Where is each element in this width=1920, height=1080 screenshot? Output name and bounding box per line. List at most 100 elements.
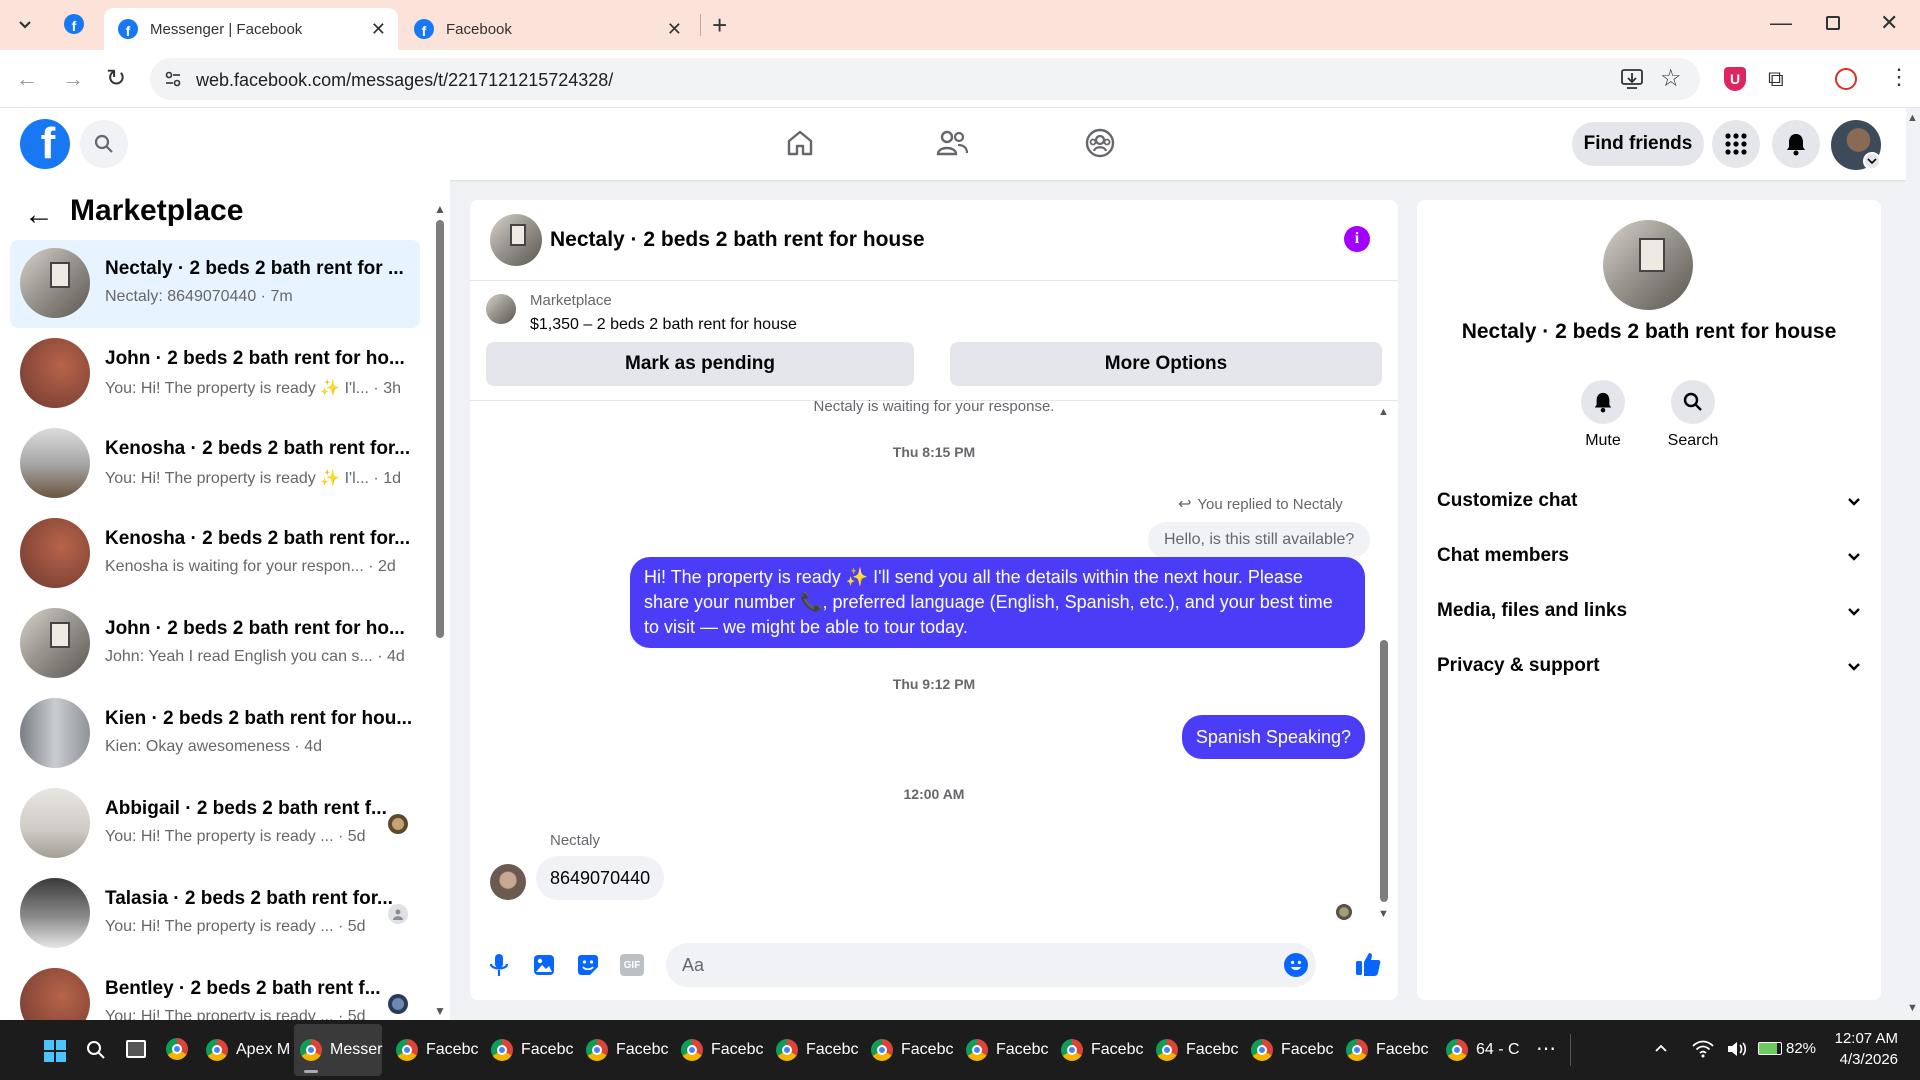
conversation-info-icon[interactable]: i bbox=[1344, 226, 1370, 252]
taskbar-item[interactable]: Facebc bbox=[491, 1038, 573, 1062]
pinned-facebook-tab-icon[interactable]: f bbox=[64, 14, 84, 34]
taskbar-item[interactable]: Messer bbox=[300, 1038, 382, 1062]
wifi-icon[interactable] bbox=[1692, 1040, 1714, 1058]
new-tab-icon[interactable]: + bbox=[712, 10, 727, 41]
menu-grid-icon[interactable] bbox=[1712, 120, 1760, 168]
list-item[interactable]: Kenosha · 2 beds 2 bath rent for... You:… bbox=[10, 420, 420, 508]
mark-as-pending-button[interactable]: Mark as pending bbox=[486, 342, 914, 386]
like-thumbs-up-icon[interactable] bbox=[1354, 950, 1382, 978]
taskbar-item[interactable]: Facebc bbox=[871, 1038, 953, 1062]
task-view-icon[interactable] bbox=[126, 1040, 146, 1058]
scrollbar-thumb[interactable] bbox=[436, 220, 444, 638]
photo-icon[interactable] bbox=[532, 953, 556, 977]
taskbar-item[interactable]: Facebc bbox=[1251, 1038, 1333, 1062]
list-item[interactable]: Kien · 2 beds 2 bath rent for hou... Kie… bbox=[10, 690, 420, 778]
list-item[interactable]: Nectaly · 2 beds 2 bath rent for ... Nec… bbox=[10, 240, 420, 328]
clock-time[interactable]: 12:07 AM bbox=[1828, 1030, 1898, 1047]
scroll-up-arrow[interactable]: ▲ bbox=[1907, 112, 1918, 124]
windows-start-icon[interactable] bbox=[44, 1040, 66, 1062]
taskbar-item[interactable]: Facebc bbox=[966, 1038, 1048, 1062]
facebook-search-icon[interactable] bbox=[80, 120, 128, 168]
browser-menu-icon[interactable]: ⋮ bbox=[1888, 64, 1910, 90]
tab-messenger[interactable]: f Messenger | Facebook ✕ bbox=[104, 8, 398, 50]
outgoing-message-bubble[interactable]: Hi! The property is ready ✨ I'll send yo… bbox=[630, 557, 1365, 648]
home-icon[interactable] bbox=[785, 128, 815, 158]
outgoing-message-bubble[interactable]: Spanish Speaking? bbox=[1181, 715, 1365, 759]
sticker-icon[interactable] bbox=[576, 953, 600, 977]
search-in-conversation-button[interactable] bbox=[1671, 380, 1715, 424]
customize-chat-section[interactable]: Customize chat bbox=[1437, 481, 1861, 521]
privacy-support-section[interactable]: Privacy & support bbox=[1437, 646, 1861, 686]
restore-icon[interactable] bbox=[1826, 16, 1840, 30]
taskbar-item[interactable]: Apex M bbox=[206, 1038, 290, 1062]
taskbar-item[interactable]: Facebc bbox=[586, 1038, 668, 1062]
back-icon[interactable]: ← bbox=[16, 66, 38, 92]
microphone-icon[interactable] bbox=[488, 952, 510, 978]
scroll-down-arrow[interactable]: ▼ bbox=[1907, 1002, 1918, 1014]
message-input[interactable]: Aa bbox=[666, 943, 1316, 987]
close-tab-icon[interactable]: ✕ bbox=[667, 19, 682, 40]
list-item[interactable]: Kenosha · 2 beds 2 bath rent for... Keno… bbox=[10, 510, 420, 598]
site-info-icon[interactable] bbox=[164, 70, 182, 88]
battery-icon[interactable] bbox=[1758, 1042, 1782, 1055]
show-hidden-icons-chevron-icon[interactable] bbox=[1654, 1044, 1668, 1053]
taskbar-item[interactable]: Facebc bbox=[1156, 1038, 1238, 1062]
more-options-button[interactable]: More Options bbox=[950, 342, 1382, 386]
gif-icon[interactable]: GIF bbox=[620, 954, 644, 976]
reload-icon[interactable]: ↻ bbox=[106, 64, 126, 93]
taskbar-item[interactable]: Facebc bbox=[1346, 1038, 1428, 1062]
scroll-up-arrow[interactable]: ▲ bbox=[434, 202, 446, 216]
list-item[interactable]: Bentley · 2 beds 2 bath rent f... You: H… bbox=[10, 960, 420, 1020]
taskbar-item[interactable]: Facebc bbox=[681, 1038, 763, 1062]
profile-icon[interactable] bbox=[1835, 68, 1857, 90]
chat-title[interactable]: Nectaly · 2 beds 2 bath rent for house bbox=[550, 228, 925, 252]
notifications-bell-icon[interactable] bbox=[1772, 120, 1820, 168]
extensions-puzzle-icon[interactable]: ⧉ bbox=[1768, 66, 1784, 92]
page-scrollbar-track[interactable]: ▲ ▼ bbox=[1906, 108, 1920, 1020]
close-window-icon[interactable]: ✕ bbox=[1880, 10, 1898, 36]
bookmark-star-icon[interactable]: ☆ bbox=[1660, 64, 1682, 93]
url-text[interactable]: web.facebook.com/messages/t/221712121572… bbox=[196, 70, 613, 91]
facebook-logo[interactable]: f bbox=[20, 119, 70, 169]
taskbar-item[interactable]: 64 - C bbox=[1446, 1038, 1520, 1062]
chat-members-section[interactable]: Chat members bbox=[1437, 536, 1861, 576]
emoji-icon[interactable] bbox=[1284, 953, 1308, 977]
more-apps-icon[interactable]: ⋯ bbox=[1536, 1036, 1556, 1061]
friends-icon[interactable] bbox=[936, 128, 968, 158]
taskbar-item[interactable]: Facebc bbox=[396, 1038, 478, 1062]
scroll-up-arrow[interactable]: ▲ bbox=[1378, 406, 1389, 418]
forward-icon[interactable]: → bbox=[62, 66, 84, 92]
find-friends-button[interactable]: Find friends bbox=[1572, 122, 1704, 166]
taskbar-search-icon[interactable] bbox=[86, 1040, 106, 1060]
scroll-down-arrow[interactable]: ▼ bbox=[434, 1004, 446, 1018]
taskbar-item[interactable]: Facebc bbox=[1061, 1038, 1143, 1062]
minimize-icon[interactable]: — bbox=[1770, 10, 1792, 36]
scroll-down-arrow[interactable]: ▼ bbox=[1378, 908, 1389, 920]
quoted-message[interactable]: Hello, is this still available? bbox=[1148, 522, 1371, 558]
list-item[interactable]: Talasia · 2 beds 2 bath rent for... You:… bbox=[10, 870, 420, 958]
mute-button[interactable] bbox=[1581, 380, 1625, 424]
details-listing-avatar[interactable] bbox=[1603, 220, 1693, 310]
incoming-message-bubble[interactable]: 8649070440 bbox=[536, 856, 665, 900]
install-app-icon[interactable] bbox=[1620, 68, 1644, 90]
groups-icon[interactable] bbox=[1085, 128, 1115, 158]
list-item[interactable]: Abbigail · 2 beds 2 bath rent f... You: … bbox=[10, 780, 420, 868]
tab-facebook[interactable]: f Facebook ✕ bbox=[400, 8, 694, 50]
close-tab-icon[interactable]: ✕ bbox=[371, 19, 386, 40]
account-chevron-down-icon[interactable] bbox=[1863, 152, 1881, 170]
chat-listing-avatar[interactable] bbox=[490, 214, 542, 266]
chevron-down-icon bbox=[1848, 607, 1860, 616]
sender-avatar[interactable] bbox=[490, 864, 526, 900]
scrollbar-thumb[interactable] bbox=[1380, 640, 1388, 902]
taskbar-item[interactable]: Facebc bbox=[776, 1038, 858, 1062]
list-item[interactable]: John · 2 beds 2 bath rent for ho... You:… bbox=[10, 330, 420, 418]
back-arrow-icon[interactable]: ← bbox=[24, 198, 54, 232]
listing-description[interactable]: $1,350 – 2 beds 2 bath rent for house bbox=[530, 316, 797, 334]
chrome-pinned-icon[interactable] bbox=[166, 1038, 196, 1060]
tab-search-chevron-icon[interactable] bbox=[12, 12, 38, 38]
volume-icon[interactable] bbox=[1726, 1040, 1748, 1058]
clock-date[interactable]: 4/3/2026 bbox=[1828, 1051, 1898, 1068]
media-files-links-section[interactable]: Media, files and links bbox=[1437, 591, 1861, 631]
list-item[interactable]: John · 2 beds 2 bath rent for ho... John… bbox=[10, 600, 420, 688]
extension-shield-icon[interactable]: U bbox=[1724, 67, 1746, 91]
